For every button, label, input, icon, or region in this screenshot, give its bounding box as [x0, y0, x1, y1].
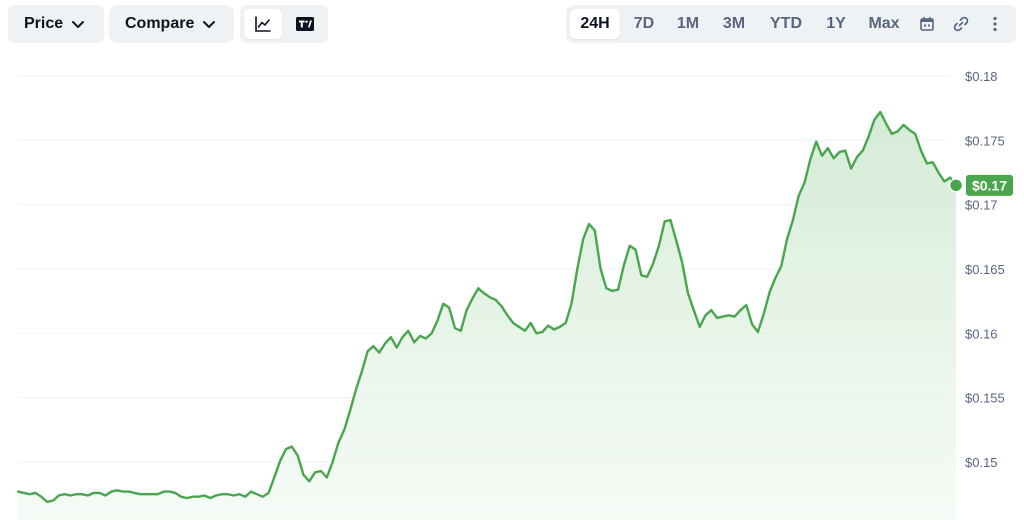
price-chart: $0.15 $0.155 $0.16 $0.165 $0.17 $0.175 $0.18 $… — [16, 69, 1013, 520]
y-tick-label: $0.165 — [965, 262, 1005, 277]
current-price-label: $0.17 — [972, 177, 1007, 193]
y-tick-label: $0.18 — [965, 69, 998, 84]
current-price-badge: $0.17 — [966, 174, 1013, 196]
y-tick-label: $0.15 — [965, 455, 998, 470]
current-price-dot[interactable] — [948, 178, 964, 193]
y-tick-label: $0.175 — [965, 133, 1005, 148]
y-axis: $0.15 $0.155 $0.16 $0.165 $0.17 $0.175 $0.18 — [965, 69, 1005, 470]
y-tick-label: $0.16 — [965, 326, 998, 341]
price-area — [18, 112, 956, 520]
y-tick-label: $0.155 — [965, 391, 1005, 406]
y-tick-label: $0.17 — [965, 198, 998, 213]
